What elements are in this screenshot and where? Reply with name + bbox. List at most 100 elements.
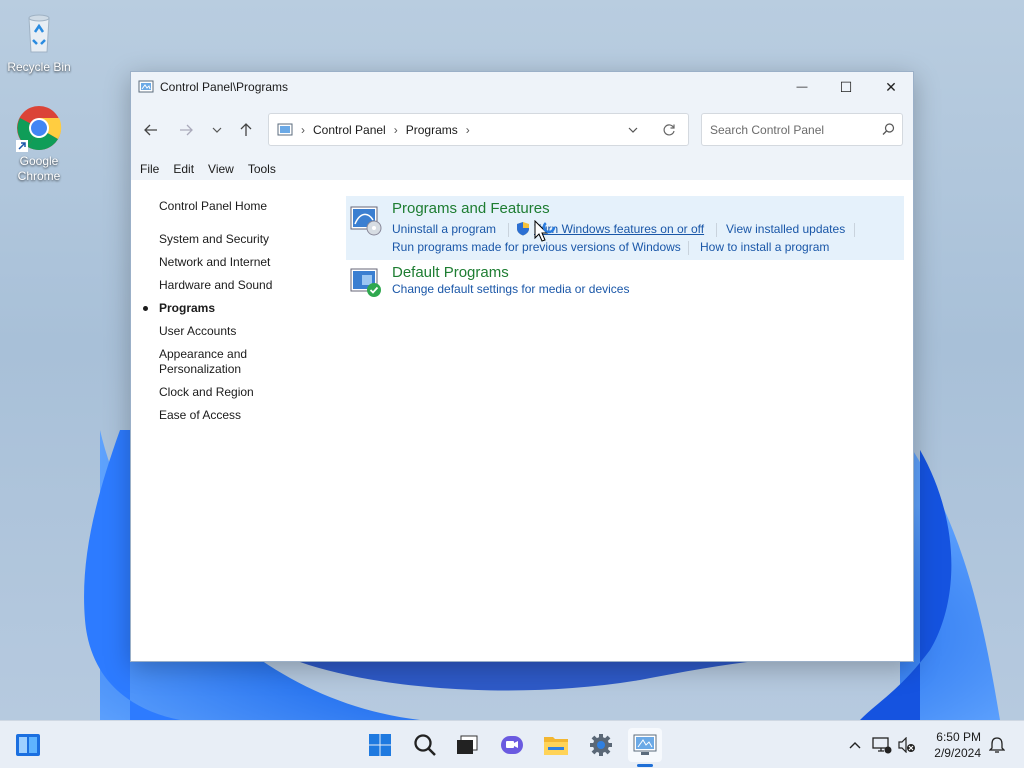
chat-icon	[501, 736, 523, 754]
how-to-install-link[interactable]: How to install a program	[700, 240, 829, 254]
forward-arrow-icon	[180, 124, 193, 136]
category-programs-and-features: Programs and Features Uninstall a progra…	[346, 196, 904, 260]
notification-bell-icon	[989, 737, 1005, 753]
refresh-icon[interactable]	[662, 123, 676, 137]
control-panel-icon	[277, 123, 293, 135]
back-arrow-icon	[144, 124, 157, 136]
nav-programs-label: Programs	[159, 301, 216, 315]
link-separator	[854, 223, 855, 237]
window-title: Control Panel\Programs	[160, 80, 289, 94]
up-arrow-icon	[240, 123, 252, 136]
breadcrumb-separator-icon[interactable]: ›	[301, 123, 305, 137]
settings-button[interactable]	[587, 731, 615, 759]
nav-programs[interactable]: Programs	[143, 301, 299, 316]
taskbar: 6:50 PM 2/9/2024	[0, 720, 1024, 768]
widgets-button[interactable]	[14, 731, 42, 759]
search-icon[interactable]	[882, 123, 895, 136]
active-app-indicator	[637, 764, 653, 767]
link-separator	[688, 241, 689, 255]
task-view-button[interactable]	[453, 731, 481, 759]
search-input[interactable]	[710, 122, 880, 137]
change-default-settings-link[interactable]: Change default settings for media or dev…	[392, 282, 629, 296]
task-view-icon	[457, 735, 478, 754]
link-separator	[716, 223, 717, 237]
clock-date: 2/9/2024	[934, 746, 981, 760]
clock-time: 6:50 PM	[936, 730, 981, 744]
minimize-icon: —	[796, 81, 808, 93]
control-panel-window: Control Panel\Programs — ☐ ✕ › Control P…	[130, 71, 914, 662]
back-button[interactable]	[137, 116, 165, 144]
category-default-programs: Default Programs Change default settings…	[346, 260, 904, 304]
maximize-icon: ☐	[839, 78, 853, 95]
window-titlebar[interactable]: Control Panel\Programs — ☐ ✕	[131, 72, 913, 102]
network-status-button[interactable]	[868, 731, 896, 759]
shield-icon	[517, 222, 529, 236]
nav-appearance-and-personalization[interactable]: Appearance and Personalization	[159, 347, 259, 377]
nav-user-accounts[interactable]: User Accounts	[159, 324, 299, 339]
show-hidden-icons-button[interactable]	[841, 731, 869, 759]
file-explorer-button[interactable]	[542, 731, 570, 759]
programs-and-features-link[interactable]: Programs and Features	[392, 200, 550, 217]
desktop-icon-recycle-bin[interactable]: Recycle Bin	[3, 10, 75, 75]
taskbar-clock[interactable]: 6:50 PM 2/9/2024	[934, 729, 981, 761]
breadcrumb-separator-icon[interactable]: ›	[466, 123, 470, 137]
menu-tools[interactable]: Tools	[248, 162, 276, 176]
busy-cursor-icon	[534, 220, 556, 242]
recycle-bin-icon	[15, 10, 63, 58]
folder-icon	[544, 737, 568, 755]
nav-hardware-and-sound[interactable]: Hardware and Sound	[159, 278, 299, 293]
chat-button[interactable]	[498, 731, 526, 759]
chrome-icon	[15, 104, 63, 152]
default-programs-link[interactable]: Default Programs	[392, 264, 509, 281]
menu-edit[interactable]: Edit	[173, 162, 194, 176]
forward-button[interactable]	[172, 116, 200, 144]
link-separator	[508, 223, 509, 237]
search-icon	[414, 734, 436, 756]
default-programs-icon	[350, 268, 381, 297]
close-icon: ✕	[885, 78, 897, 95]
menu-file[interactable]: File	[140, 162, 159, 176]
turn-windows-features-link[interactable]: Turn Windows features on or off	[534, 222, 704, 236]
breadcrumb-programs[interactable]: Programs	[406, 123, 458, 137]
breadcrumb-control-panel[interactable]: Control Panel	[313, 123, 386, 137]
control-panel-taskbar-button[interactable]	[628, 728, 662, 762]
programs-and-features-icon	[350, 206, 382, 236]
search-button[interactable]	[411, 731, 439, 759]
chevron-down-icon	[212, 127, 222, 133]
nav-clock-and-region[interactable]: Clock and Region	[159, 385, 299, 400]
desktop-icon-label: Recycle Bin	[7, 60, 71, 74]
minimize-button[interactable]: —	[779, 72, 825, 102]
volume-button[interactable]	[893, 731, 921, 759]
control-panel-icon	[633, 734, 657, 755]
search-box[interactable]	[701, 113, 903, 146]
menu-view[interactable]: View	[208, 162, 234, 176]
control-panel-icon	[138, 80, 154, 93]
recent-locations-button[interactable]	[203, 116, 231, 144]
nav-network-and-internet[interactable]: Network and Internet	[159, 255, 299, 270]
uninstall-program-link[interactable]: Uninstall a program	[392, 222, 496, 236]
network-icon	[872, 737, 892, 754]
nav-system-and-security[interactable]: System and Security	[159, 232, 299, 247]
menu-bar: File Edit View Tools	[131, 158, 913, 180]
navigation-bar: › Control Panel › Programs ›	[131, 102, 913, 158]
widgets-icon	[16, 734, 40, 756]
chevron-up-icon	[849, 742, 861, 749]
desktop-icon-label: Google Chrome	[17, 154, 61, 183]
nav-control-panel-home[interactable]: Control Panel Home	[159, 199, 299, 214]
notifications-button[interactable]	[983, 731, 1011, 759]
start-button[interactable]	[366, 731, 394, 759]
up-button[interactable]	[232, 116, 260, 144]
content-area: Control Panel Home System and Security N…	[131, 180, 913, 661]
gear-icon	[590, 734, 612, 756]
maximize-button[interactable]: ☐	[823, 72, 869, 102]
desktop-icon-chrome[interactable]: Google Chrome	[3, 104, 75, 184]
view-installed-updates-link[interactable]: View installed updates	[726, 222, 845, 236]
address-bar[interactable]: › Control Panel › Programs ›	[268, 113, 689, 146]
close-button[interactable]: ✕	[868, 72, 914, 102]
nav-ease-of-access[interactable]: Ease of Access	[159, 408, 299, 423]
breadcrumb-separator-icon[interactable]: ›	[394, 123, 398, 137]
volume-muted-icon	[898, 737, 915, 753]
windows-logo-icon	[369, 734, 391, 756]
address-dropdown-icon[interactable]	[628, 125, 638, 135]
left-navigation: Control Panel Home System and Security N…	[143, 199, 299, 431]
